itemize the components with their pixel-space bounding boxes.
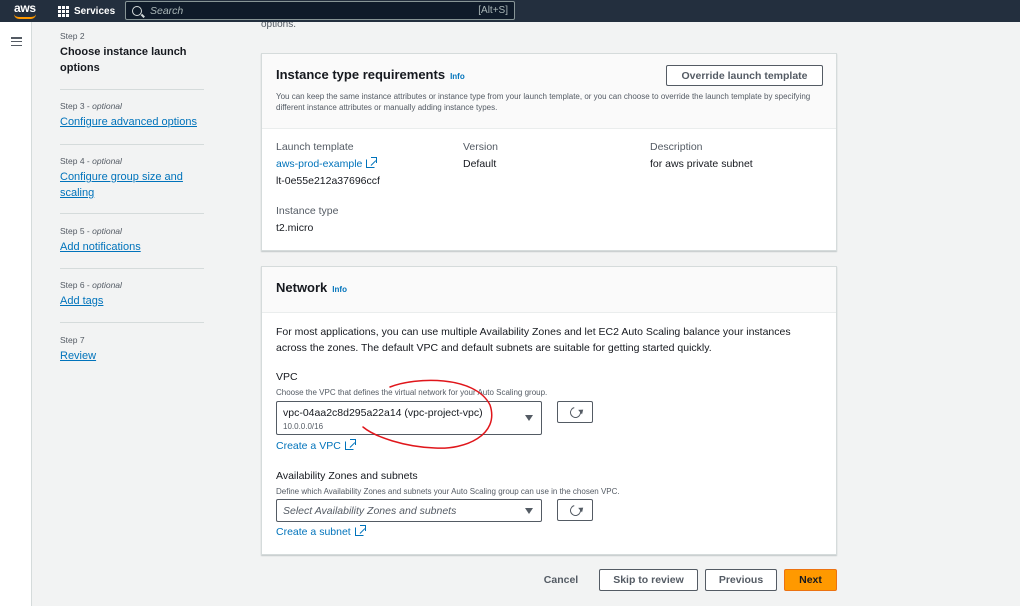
step-divider xyxy=(60,268,204,269)
topbar-right-area xyxy=(530,0,1020,22)
hamburger-menu-icon[interactable] xyxy=(11,37,22,46)
step-2-title: Choose instance launch options xyxy=(60,46,187,74)
launch-template-id: lt-0e55e212a37696ccf xyxy=(276,175,380,187)
network-panel: Network Info For most applications, you c… xyxy=(261,266,837,555)
az-subnets-select[interactable]: Select Availability Zones and subnets xyxy=(276,499,542,522)
search-shortcut-hint: [Alt+S] xyxy=(478,5,508,16)
version-value: Default xyxy=(463,158,497,170)
network-info-link[interactable]: Info xyxy=(332,285,347,294)
step-7-label: Step 7 xyxy=(60,335,85,345)
vpc-cidr: 10.0.0.0/16 xyxy=(283,422,324,431)
vpc-label: VPC xyxy=(276,371,298,383)
step-5-label: Step 5 - optional xyxy=(60,226,122,236)
search-box[interactable]: [Alt+S] xyxy=(125,1,515,20)
search-input[interactable] xyxy=(150,4,479,17)
step-4: Step 4 - optional Configure group size a… xyxy=(60,156,205,201)
network-heading: Network xyxy=(276,280,328,295)
create-subnet-link[interactable]: Create a subnet xyxy=(276,526,351,538)
az-label: Availability Zones and subnets xyxy=(276,470,418,482)
step-divider xyxy=(60,89,204,90)
chevron-down-icon xyxy=(525,507,533,514)
previous-button[interactable]: Previous xyxy=(705,569,777,591)
step-7: Step 7 Review xyxy=(60,335,205,364)
step-7-link[interactable]: Review xyxy=(60,350,96,362)
aws-logo[interactable]: aws xyxy=(0,0,52,22)
vpc-refresh-button[interactable] xyxy=(557,401,593,423)
version-label: Version xyxy=(463,141,499,153)
step-5-link[interactable]: Add notifications xyxy=(60,241,141,253)
az-subnets-placeholder: Select Availability Zones and subnets xyxy=(283,505,457,517)
step-3-link[interactable]: Configure advanced options xyxy=(60,116,197,128)
services-menu-button[interactable]: Services xyxy=(52,0,121,22)
aws-smile-icon xyxy=(14,14,36,19)
step-2: Step 2 Choose instance launch options xyxy=(60,31,205,76)
step-4-label: Step 4 - optional xyxy=(60,156,122,166)
instance-type-requirements-panel: Instance type requirements Info Override … xyxy=(261,53,837,251)
step-4-link[interactable]: Configure group size and scaling xyxy=(60,171,183,199)
override-launch-template-button[interactable]: Override launch template xyxy=(666,65,823,86)
grid-icon xyxy=(58,5,69,17)
description-label: Description xyxy=(650,141,703,153)
refresh-icon xyxy=(567,502,583,518)
top-navigation-bar: aws Services [Alt+S] xyxy=(0,0,1020,22)
instance-type-description: You can keep the same instance attribute… xyxy=(276,92,811,112)
instance-type-value: t2.micro xyxy=(276,222,314,234)
step-5: Step 5 - optional Add notifications xyxy=(60,226,205,255)
launch-template-label: Launch template xyxy=(276,141,354,153)
network-panel-header: Network Info xyxy=(262,267,836,313)
description-value: for aws private subnet xyxy=(650,158,753,170)
az-refresh-button[interactable] xyxy=(557,499,593,521)
scrolled-text-fragment: options. xyxy=(261,22,297,30)
cancel-button[interactable]: Cancel xyxy=(535,569,587,591)
services-label: Services xyxy=(74,5,116,17)
step-divider xyxy=(60,322,204,323)
step-2-label: Step 2 xyxy=(60,31,85,41)
create-vpc-link[interactable]: Create a VPC xyxy=(276,440,341,452)
external-link-icon xyxy=(354,525,366,536)
instance-type-info-link[interactable]: Info xyxy=(450,72,465,81)
next-button[interactable]: Next xyxy=(784,569,837,591)
step-3: Step 3 - optional Configure advanced opt… xyxy=(60,101,205,130)
aws-logo-text: aws xyxy=(14,1,36,15)
external-link-icon xyxy=(366,157,378,168)
step-6: Step 6 - optional Add tags xyxy=(60,280,205,309)
az-hint: Define which Availability Zones and subn… xyxy=(276,487,620,496)
step-6-label: Step 6 - optional xyxy=(60,280,122,290)
search-icon xyxy=(132,5,142,16)
launch-template-link[interactable]: aws-prod-example xyxy=(276,158,362,170)
network-intro-text: For most applications, you can use multi… xyxy=(276,326,791,354)
step-6-link[interactable]: Add tags xyxy=(60,295,103,307)
external-link-icon xyxy=(344,439,356,450)
step-divider xyxy=(60,144,204,145)
refresh-icon xyxy=(567,404,583,420)
chevron-down-icon xyxy=(525,415,533,421)
left-rail xyxy=(0,22,32,606)
step-divider xyxy=(60,213,204,214)
skip-to-review-button[interactable]: Skip to review xyxy=(599,569,698,591)
instance-type-panel-header: Instance type requirements Info Override … xyxy=(262,54,836,129)
instance-type-label: Instance type xyxy=(276,205,339,217)
annotation-circle xyxy=(362,379,493,449)
step-3-label: Step 3 - optional xyxy=(60,101,122,111)
instance-type-heading: Instance type requirements xyxy=(276,67,446,82)
